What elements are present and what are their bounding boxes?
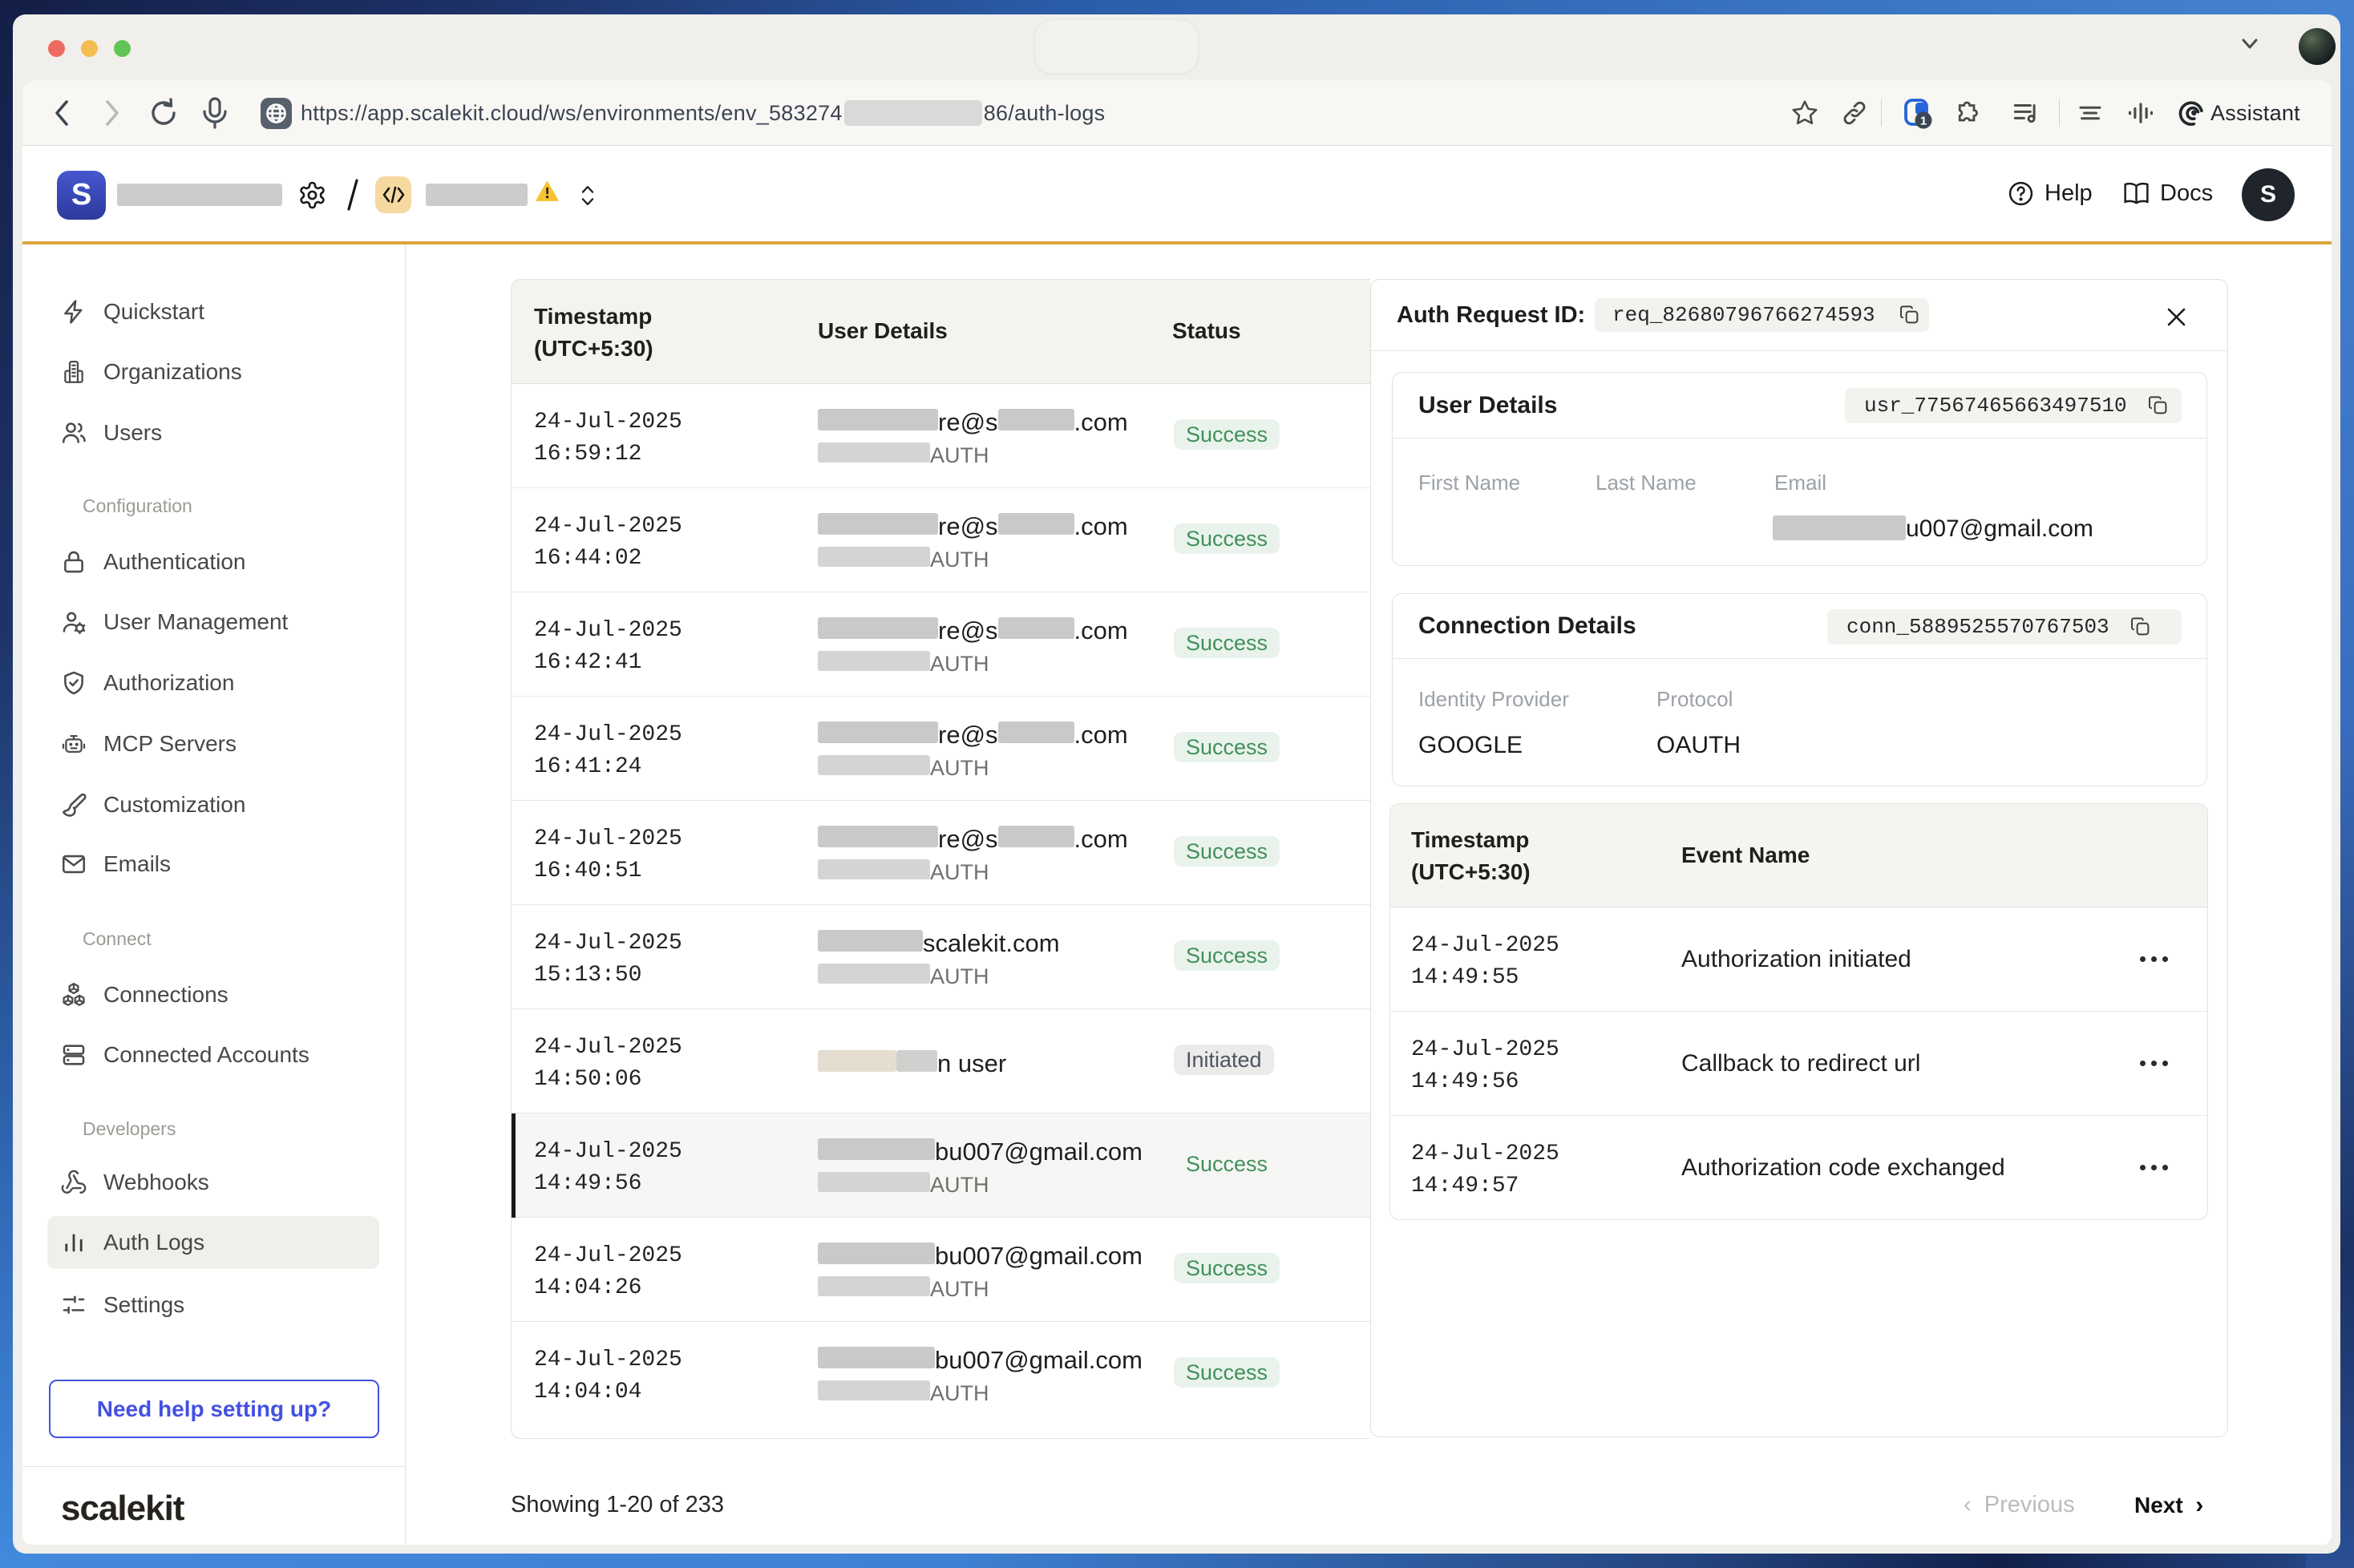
svg-text:1: 1 <box>1920 115 1927 128</box>
